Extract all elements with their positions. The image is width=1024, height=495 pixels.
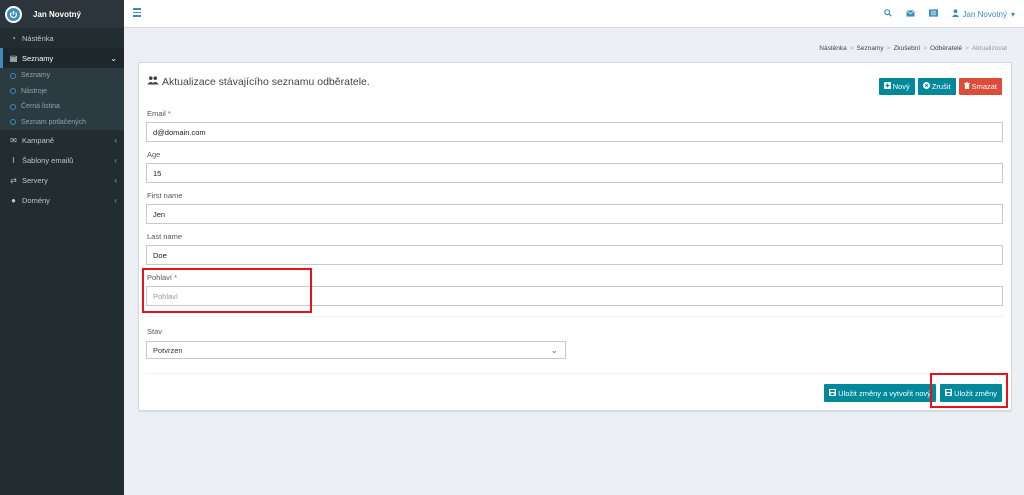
panel-title-text: Aktualizace stávajícího seznamu odběrate… xyxy=(162,76,370,88)
sidebar-subitem-cerna-listina[interactable]: Černá listina xyxy=(0,99,124,115)
user-menu[interactable]: Jan Novotný ▾ xyxy=(951,9,1015,19)
sidebar-item-label: Nástěnka xyxy=(22,33,54,43)
breadcrumb-item[interactable]: Seznamy xyxy=(857,45,884,52)
brand-name: Jan Novotný xyxy=(33,9,82,19)
delete-button-label: Smazat xyxy=(971,82,997,91)
breadcrumb: Nástěnka > Seznamy > Zkušební > Odběratelé >… xyxy=(819,45,1007,52)
circle-icon xyxy=(10,88,16,95)
text-cursor-icon: I xyxy=(12,155,15,165)
new-button[interactable]: Nový xyxy=(878,78,915,95)
chevron-down-icon: ⌄ xyxy=(550,345,558,355)
circle-icon xyxy=(10,72,16,79)
sidebar-item-seznamy[interactable]: ▤ Seznamy ⌄ xyxy=(0,48,124,68)
sidebar-subitem-label: Seznam potlačených xyxy=(21,118,86,126)
globe-icon: ● xyxy=(11,195,16,205)
sidebar-submenu: Seznamy Nástroje Černá listina Seznam po… xyxy=(0,68,124,130)
sidebar-item-label: Seznamy xyxy=(22,53,54,63)
last-name-field[interactable] xyxy=(146,245,1003,265)
list-icon: ▤ xyxy=(9,53,18,63)
save-and-new-label: Uložit změny a vytvořit nový xyxy=(838,388,932,398)
menu-toggle-icon[interactable] xyxy=(133,8,141,18)
circle-icon xyxy=(10,103,16,110)
sidebar-item-label: Šablony emailů xyxy=(22,155,74,165)
panel-title: Aktualizace stávajícího seznamu odběrate… xyxy=(147,76,370,88)
email-label: Email * xyxy=(147,109,171,118)
chevron-down-icon: ⌄ xyxy=(110,53,117,63)
cancel-button[interactable]: Zrušit xyxy=(917,78,956,95)
breadcrumb-item[interactable]: Odběratelé xyxy=(930,45,962,52)
status-label: Stav xyxy=(147,327,163,336)
sidebar-item-label: Domény xyxy=(22,195,50,205)
email-field[interactable] xyxy=(146,122,1003,142)
user-name: Jan Novotný xyxy=(962,9,1007,19)
save-label: Uložit změny xyxy=(954,388,997,398)
sidebar-item-domeny[interactable]: ● Domény ‹ xyxy=(0,190,124,210)
dashboard-icon: ◔ xyxy=(11,33,16,43)
sidebar-item-sablony[interactable]: I Šablony emailů ‹ xyxy=(0,150,124,170)
times-circle-icon xyxy=(922,82,930,91)
delete-button[interactable]: Smazat xyxy=(958,78,1002,95)
sidebar-subitem-seznamy[interactable]: Seznamy xyxy=(0,68,124,84)
topbar: Jan Novotný ▾ xyxy=(124,0,1024,28)
exchange-icon: ⇄ xyxy=(10,175,17,185)
subscriber-form-panel: Aktualizace stávajícího seznamu odběrate… xyxy=(138,62,1012,411)
plus-square-icon xyxy=(883,82,891,91)
chevron-left-icon: ‹ xyxy=(114,155,117,165)
new-button-label: Nový xyxy=(892,82,910,91)
sidebar-item-kampane[interactable]: ✉ Kampaně ‹ xyxy=(0,130,124,150)
chevron-left-icon: ‹ xyxy=(114,135,117,145)
sidebar-subitem-label: Nástroje xyxy=(21,87,48,95)
trash-icon xyxy=(963,82,970,91)
save-and-new-button[interactable]: Uložit změny a vytvořit nový xyxy=(824,384,937,402)
gender-label: Pohlaví * xyxy=(147,273,178,282)
first-name-field[interactable] xyxy=(146,204,1003,224)
breadcrumb-current: Aktualizovat xyxy=(971,45,1007,52)
power-logo-icon xyxy=(5,5,22,23)
age-label: Age xyxy=(147,150,161,159)
gender-field[interactable] xyxy=(146,286,1003,306)
sidebar-subitem-label: Černá listina xyxy=(21,103,60,111)
search-icon[interactable] xyxy=(883,9,892,19)
circle-icon xyxy=(10,119,16,126)
chevron-left-icon: ‹ xyxy=(114,175,117,185)
topbar-actions: Jan Novotný ▾ xyxy=(883,0,1015,28)
sidebar-item-label: Servery xyxy=(22,175,48,185)
sidebar-item-label: Kampaně xyxy=(22,135,55,145)
status-selected-value: Potvrzen xyxy=(153,345,183,355)
chevron-left-icon: ‹ xyxy=(114,195,117,205)
sidebar-item-servery[interactable]: ⇄ Servery ‹ xyxy=(0,170,124,190)
sidebar-item-nastenka[interactable]: ◔ Nástěnka xyxy=(0,28,124,48)
sidebar-subitem-label: Seznamy xyxy=(21,72,51,80)
divider xyxy=(146,373,1003,374)
save-button[interactable]: Uložit změny xyxy=(940,384,1002,402)
breadcrumb-item[interactable]: Nástěnka xyxy=(819,45,846,52)
user-icon xyxy=(951,9,959,19)
floppy-icon xyxy=(829,388,837,398)
envelope-icon: ✉ xyxy=(10,135,17,145)
cancel-button-label: Zrušit xyxy=(931,82,951,91)
brand[interactable]: Jan Novotný xyxy=(0,0,124,28)
floppy-icon xyxy=(945,388,953,398)
users-icon xyxy=(147,76,159,88)
last-name-label: Last name xyxy=(147,232,183,241)
age-field[interactable] xyxy=(146,163,1003,183)
sidebar-subitem-potlacenych[interactable]: Seznam potlačených xyxy=(0,115,124,131)
envelope-icon[interactable] xyxy=(905,9,915,19)
sidebar: Jan Novotný ◔ Nástěnka ▤ Seznamy ⌄ Sezna… xyxy=(0,0,124,495)
first-name-label: First name xyxy=(147,191,183,200)
sidebar-subitem-nastroje[interactable]: Nástroje xyxy=(0,84,124,100)
caret-down-icon: ▾ xyxy=(1010,9,1015,19)
divider xyxy=(146,316,1003,317)
breadcrumb-item[interactable]: Zkušební xyxy=(893,45,920,52)
tasks-icon[interactable] xyxy=(928,9,938,19)
status-select[interactable]: Potvrzen ⌄ xyxy=(146,341,566,359)
